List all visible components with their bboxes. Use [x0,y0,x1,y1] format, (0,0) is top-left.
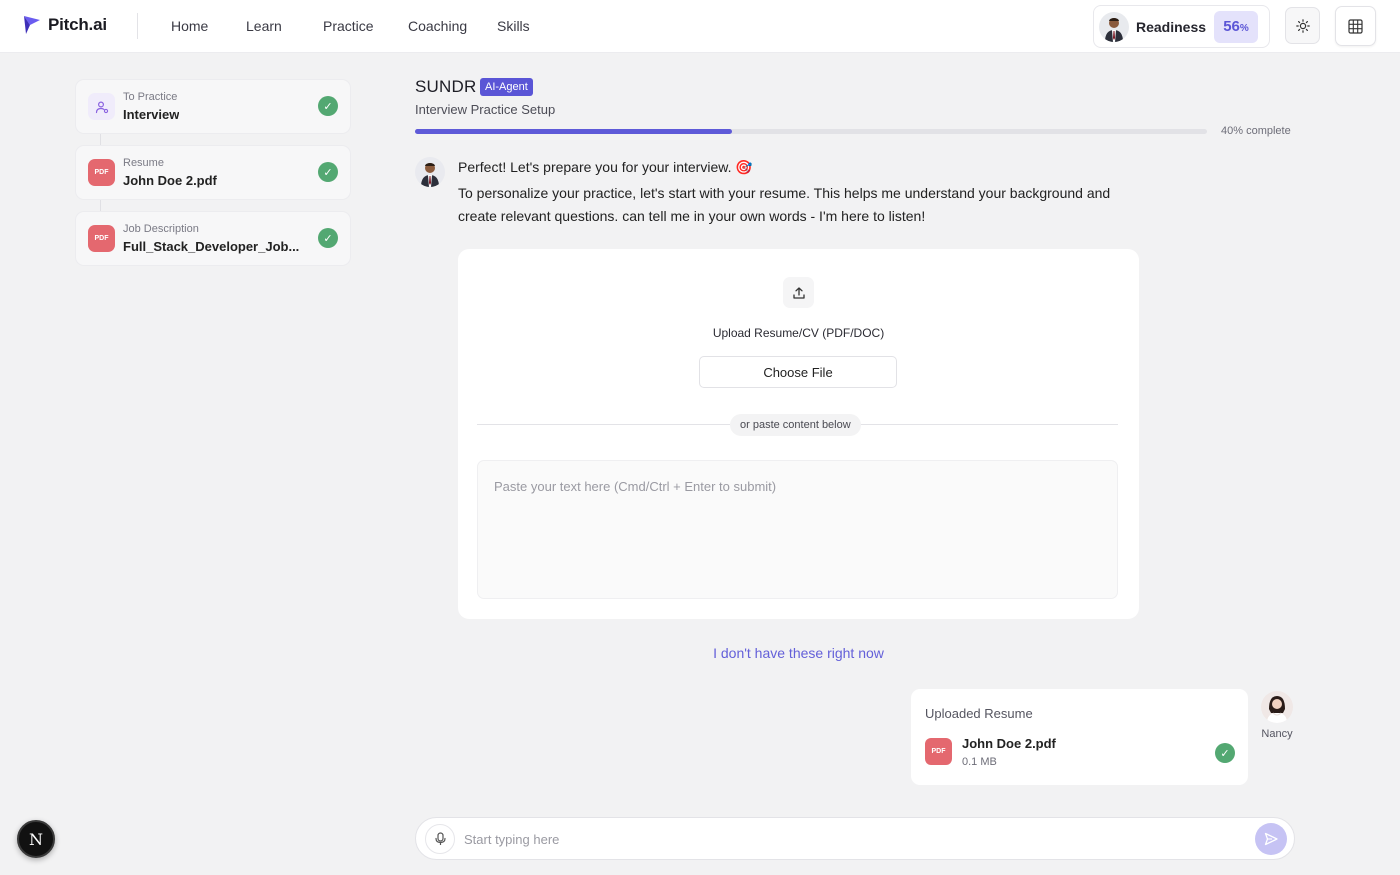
send-button[interactable] [1255,823,1287,855]
step-icon [88,93,115,120]
step-caption: To Practice [123,91,178,103]
check-icon: ✓ [318,96,338,116]
uploaded-file-name[interactable]: John Doe 2.pdf [962,736,1056,751]
profile-avatar [1099,12,1129,42]
step-value: Full_Stack_Developer_Job... [123,239,300,254]
dev-tools-badge[interactable]: N [17,820,55,858]
pitch-logo-icon [24,16,40,34]
readiness-unit: % [1239,23,1249,34]
step-resume[interactable]: PDF Resume John Doe 2.pdf ✓ [76,146,350,199]
paste-separator-label: or paste content below [730,414,861,436]
paste-content-textarea[interactable] [477,460,1118,599]
choose-file-button[interactable]: Choose File [699,356,897,388]
progress-fill [415,129,732,134]
upload-card: Upload Resume/CV (PDF/DOC) Choose File o… [458,249,1139,619]
app-name: Pitch.ai [48,15,107,34]
progress-label: 40% complete [1221,125,1291,137]
setup-progress-bar [415,129,1207,134]
nav-practice[interactable]: Practice [323,18,374,34]
check-icon: ✓ [318,162,338,182]
grid-icon [1348,18,1363,34]
man-avatar-icon [421,163,439,187]
microphone-button[interactable] [425,824,455,854]
pdf-file-icon: PDF [925,738,952,765]
app-logo[interactable]: Pitch.ai [22,14,107,36]
microphone-icon [434,832,446,845]
readiness-widget[interactable]: Readiness 56% [1093,5,1270,48]
step-caption: Job Description [123,223,199,235]
readiness-score: 56% [1214,11,1258,43]
check-icon: ✓ [318,228,338,248]
pdf-file-icon: PDF [88,159,115,186]
check-icon: ✓ [1215,743,1235,763]
theme-toggle-button[interactable] [1285,7,1320,44]
step-job-description[interactable]: PDF Job Description Full_Stack_Developer… [76,212,350,265]
assistant-message-greeting: Perfect! Let's prepare you for your inte… [458,159,753,175]
assistant-message-body: To personalize your practice, let's star… [458,185,1111,224]
uploaded-resume-title: Uploaded Resume [925,706,1033,721]
step-value: Interview [123,107,180,122]
person-icon [95,100,108,113]
step-to-practice[interactable]: To Practice Interview ✓ [76,80,350,133]
nav-learn[interactable]: Learn [246,18,282,34]
agent-brand: SUNDR [415,77,477,96]
top-bar: Pitch.ai Home Learn Practice Coaching Sk… [0,0,1400,53]
sun-icon [1295,18,1310,33]
uploaded-file-size: 0.1 MB [962,756,997,768]
readiness-label: Readiness [1136,19,1207,35]
upload-label: Upload Resume/CV (PDF/DOC) [712,326,885,340]
user-message-bubble: Uploaded Resume PDF John Doe 2.pdf 0.1 M… [911,689,1248,785]
nav-skills[interactable]: Skills [497,18,530,34]
step-connector [100,132,101,146]
skip-documents-link[interactable]: I don't have these right now [0,645,1400,661]
nav-coaching[interactable]: Coaching [408,18,467,34]
nav-divider [137,13,138,39]
apps-grid-button[interactable] [1335,6,1376,46]
step-connector [100,198,101,212]
page-subtitle: Interview Practice Setup [415,102,556,117]
man-avatar-icon [1105,18,1123,42]
step-value: John Doe 2.pdf [123,173,217,188]
nav-home[interactable]: Home [171,18,208,34]
assistant-avatar [415,157,445,187]
send-icon [1264,832,1278,846]
message-input[interactable] [464,826,1244,852]
woman-avatar-icon [1267,696,1287,723]
ai-agent-badge: AI-Agent [480,78,533,96]
upload-icon [792,286,805,299]
upload-icon-button[interactable] [783,277,814,308]
pdf-file-icon: PDF [88,225,115,252]
user-name: Nancy [1261,728,1293,740]
step-caption: Resume [123,157,164,169]
message-composer [415,817,1295,860]
readiness-value: 56 [1223,18,1240,35]
user-avatar [1261,691,1293,723]
